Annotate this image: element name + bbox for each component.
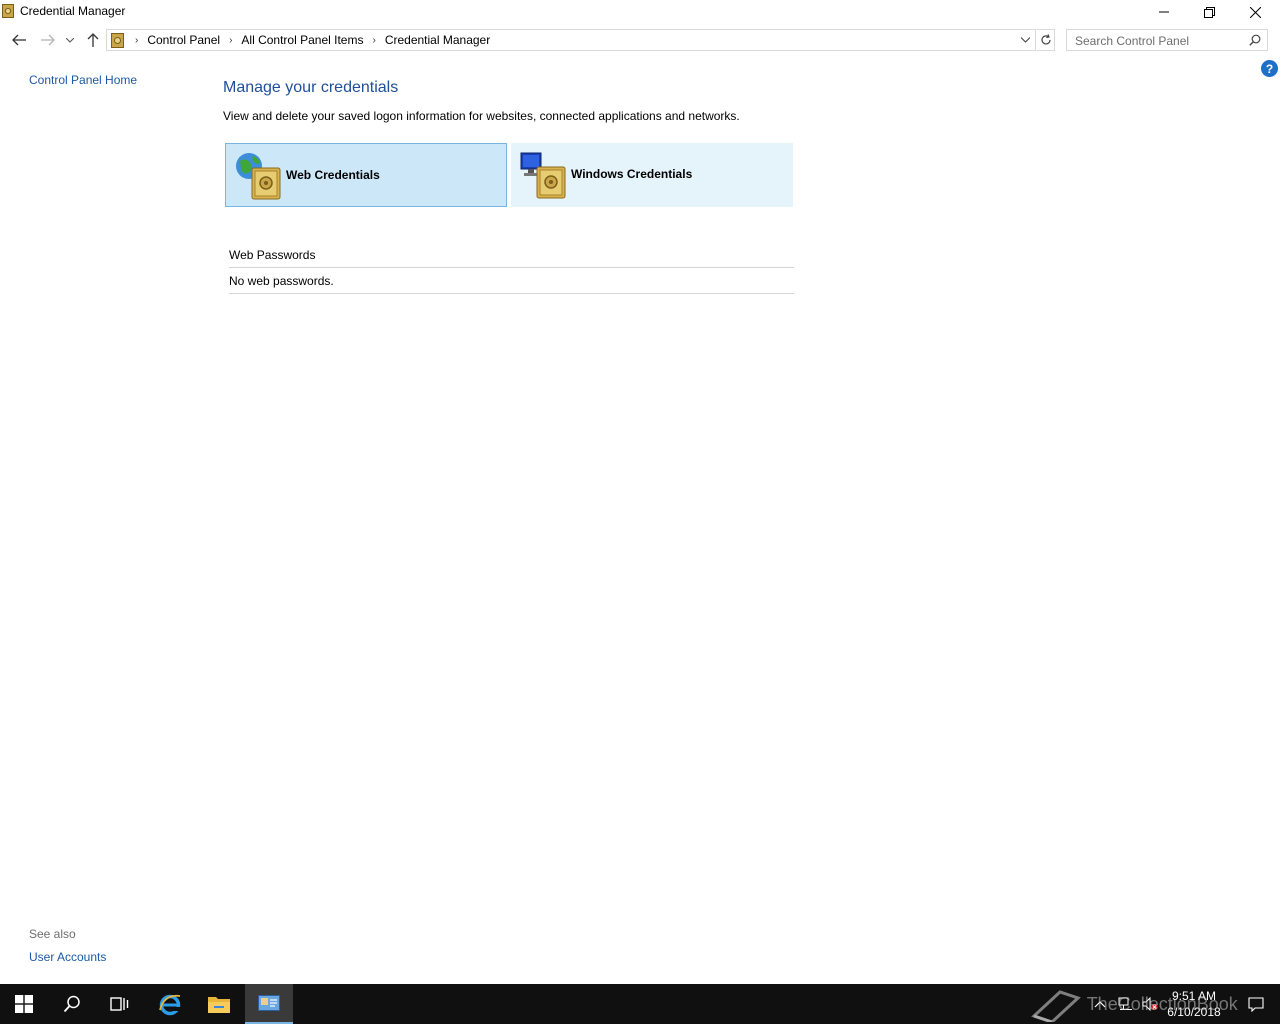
search-input[interactable]: Search Control Panel bbox=[1066, 29, 1268, 51]
page-description: View and delete your saved logon informa… bbox=[223, 109, 740, 123]
internet-explorer-button[interactable] bbox=[146, 984, 194, 1024]
windows-credentials-tile[interactable]: Windows Credentials bbox=[511, 143, 793, 207]
search-icon bbox=[63, 995, 80, 1013]
credential-manager-icon bbox=[258, 995, 280, 1011]
taskbar-search-button[interactable] bbox=[48, 984, 96, 1024]
help-button[interactable]: ? bbox=[1261, 60, 1278, 77]
see-also-heading: See also bbox=[29, 927, 76, 941]
watermark-text: TheCollectionBook bbox=[1086, 993, 1238, 1014]
chevron-right-icon[interactable]: › bbox=[229, 35, 232, 46]
web-credentials-vault-icon bbox=[236, 153, 281, 200]
title-bar: Credential Manager bbox=[0, 0, 1280, 24]
user-accounts-link[interactable]: User Accounts bbox=[29, 950, 106, 964]
page-title: Manage your credentials bbox=[223, 79, 399, 96]
search-placeholder: Search Control Panel bbox=[1075, 34, 1190, 48]
refresh-icon bbox=[1040, 34, 1051, 45]
credential-manager-taskbar-button[interactable] bbox=[245, 984, 293, 1024]
breadcrumb: › Control Panel › All Control Panel Item… bbox=[131, 33, 490, 47]
book-logo-icon bbox=[1031, 990, 1081, 1024]
watermark: TheCollectionBook bbox=[1030, 988, 1238, 1024]
start-icon bbox=[15, 995, 33, 1013]
notifications-icon bbox=[1248, 996, 1264, 1012]
refresh-button[interactable] bbox=[1037, 29, 1055, 51]
chevron-down-icon bbox=[1020, 37, 1030, 43]
navigation-bar: › Control Panel › All Control Panel Item… bbox=[0, 26, 1280, 54]
divider bbox=[229, 293, 794, 294]
chevron-right-icon[interactable]: › bbox=[372, 35, 375, 46]
credential-manager-window: Credential Manager › Control Panel › All… bbox=[0, 0, 1280, 984]
forward-button[interactable] bbox=[38, 30, 58, 50]
close-icon bbox=[1249, 6, 1261, 18]
task-view-icon bbox=[110, 997, 129, 1011]
start-button[interactable] bbox=[0, 984, 48, 1024]
file-explorer-button[interactable] bbox=[195, 984, 243, 1024]
chevron-down-icon bbox=[66, 37, 74, 43]
action-center-button[interactable] bbox=[1232, 984, 1280, 1024]
recent-locations-button[interactable] bbox=[62, 30, 78, 50]
minimize-button[interactable] bbox=[1141, 0, 1187, 24]
web-passwords-empty-message: No web passwords. bbox=[229, 274, 334, 288]
address-history-button[interactable] bbox=[1016, 31, 1034, 49]
close-button[interactable] bbox=[1232, 0, 1278, 24]
internet-explorer-icon bbox=[159, 994, 181, 1016]
windows-credentials-label: Windows Credentials bbox=[571, 167, 693, 181]
window-title: Credential Manager bbox=[20, 4, 126, 18]
forward-arrow-icon bbox=[41, 34, 55, 46]
minimize-icon bbox=[1159, 11, 1169, 13]
file-explorer-icon bbox=[208, 997, 230, 1013]
control-panel-icon bbox=[111, 33, 124, 48]
breadcrumb-item-control-panel[interactable]: Control Panel bbox=[147, 33, 220, 47]
back-arrow-icon bbox=[12, 34, 26, 46]
address-bar[interactable]: › Control Panel › All Control Panel Item… bbox=[106, 29, 1036, 51]
up-button[interactable] bbox=[83, 30, 103, 50]
up-arrow-icon bbox=[87, 33, 99, 47]
divider bbox=[229, 267, 794, 268]
web-passwords-heading: Web Passwords bbox=[229, 248, 316, 262]
search-icon[interactable] bbox=[1249, 34, 1261, 46]
back-button[interactable] bbox=[9, 30, 29, 50]
breadcrumb-item-credential-manager[interactable]: Credential Manager bbox=[385, 33, 490, 47]
web-credentials-tile[interactable]: Web Credentials bbox=[225, 143, 507, 207]
restore-button[interactable] bbox=[1186, 0, 1232, 24]
chevron-right-icon: › bbox=[135, 34, 139, 46]
credential-manager-icon bbox=[2, 4, 14, 18]
breadcrumb-item-all-control-panel-items[interactable]: All Control Panel Items bbox=[241, 33, 363, 47]
web-credentials-label: Web Credentials bbox=[286, 168, 380, 182]
control-panel-home-link[interactable]: Control Panel Home bbox=[29, 73, 137, 87]
windows-credentials-vault-icon bbox=[520, 152, 566, 199]
task-view-button[interactable] bbox=[96, 984, 144, 1024]
restore-icon bbox=[1203, 6, 1215, 18]
